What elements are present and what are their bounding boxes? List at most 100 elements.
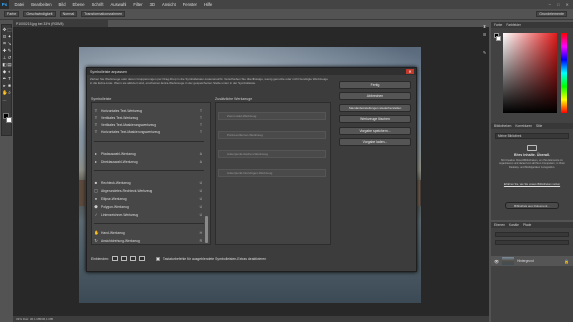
group-divider bbox=[94, 141, 204, 142]
list-item[interactable]: T Vertikales Text-Maskierungswerkzeug T bbox=[94, 121, 202, 128]
history-panel-icon[interactable]: ⧗ bbox=[482, 24, 487, 29]
history-brush-icon[interactable]: ↺ bbox=[7, 55, 12, 60]
menu-ansicht[interactable]: Ansicht bbox=[162, 2, 176, 7]
transform-option[interactable]: Transformationsrahmen bbox=[81, 11, 126, 17]
list-item[interactable]: ↻ Ansichtdrehung-Werkzeug R bbox=[94, 237, 202, 244]
list-item[interactable]: ▸ Pfadauswahl-Werkzeug A bbox=[94, 150, 202, 157]
maximize-icon[interactable]: □ bbox=[557, 2, 560, 7]
tab-color[interactable]: Farbe bbox=[494, 23, 502, 27]
magic-wand-icon[interactable]: ✦ bbox=[7, 34, 12, 39]
eyedropper-icon[interactable]: ↘ bbox=[7, 41, 12, 46]
group-divider bbox=[94, 170, 204, 171]
layer-row[interactable]: 👁 Hintergrund 🔒 bbox=[491, 256, 573, 266]
status-bar: 33% Dok: 36,1 MB/36,1 MB bbox=[13, 316, 489, 322]
library-select[interactable]: Meine Bibliothek bbox=[495, 133, 569, 139]
restore-defaults-button[interactable]: Standardeinstellungen wiederherstellen bbox=[339, 104, 411, 112]
mode-select[interactable]: Normal bbox=[59, 11, 78, 17]
library-learn-link[interactable]: Erfahren Sie, wie Sie unsere Bibliotheke… bbox=[496, 183, 568, 186]
layer-filter-bar[interactable] bbox=[495, 232, 569, 237]
document-tab[interactable]: P1000215.jpg bei 33% (RGB/8) bbox=[13, 20, 108, 27]
menu-ebene[interactable]: Ebene bbox=[73, 2, 85, 7]
layers-panel-tabs: Ebenen Kanäle Pfade bbox=[491, 222, 573, 228]
tab-adjustments[interactable]: Korrekturen bbox=[515, 124, 532, 128]
list-item[interactable]: T Vertikales Text-Werkzeug T bbox=[94, 114, 202, 121]
background-color-swatch[interactable] bbox=[6, 117, 12, 123]
visibility-eye-icon[interactable]: 👁 bbox=[494, 259, 499, 264]
tab-paths[interactable]: Pfade bbox=[523, 223, 531, 227]
menu-bearbeiten[interactable]: Bearbeiten bbox=[31, 2, 51, 7]
list-item[interactable]: T Horizontales Text-Maskierungswerkzeug T bbox=[94, 128, 202, 135]
hue-slider[interactable] bbox=[561, 33, 567, 113]
menu-hilfe[interactable]: Hilfe bbox=[204, 2, 212, 7]
close-icon[interactable]: ✕ bbox=[406, 69, 414, 74]
list-item[interactable]: T Horizontales Text-Werkzeug T bbox=[94, 107, 202, 114]
ellipse-icon: ● bbox=[94, 195, 98, 201]
brush-panel-icon[interactable]: ✎ bbox=[482, 50, 487, 55]
blend-mode-bar[interactable] bbox=[495, 240, 569, 245]
list-item[interactable]: ■ Rechteck-Werkzeug U bbox=[94, 179, 202, 186]
direct-select-icon: ▸ bbox=[94, 158, 97, 164]
disable-shortcuts-label: Tastaturbefehle für ausgeblendete Symbol… bbox=[162, 256, 267, 261]
extras-toggle-icon[interactable] bbox=[111, 256, 118, 261]
workspace-select[interactable]: Grundelemente bbox=[536, 11, 567, 17]
marquee-tool-icon[interactable]: ⬚ bbox=[7, 27, 12, 32]
path-select-icon: ▸ bbox=[94, 150, 97, 156]
extra-tools-list[interactable]: Zoom-Hold-Werkzeug Punkt-entfernen-Werkz… bbox=[215, 102, 331, 245]
minimize-icon[interactable]: – bbox=[549, 2, 551, 7]
tab-swatches[interactable]: Farbfelder bbox=[506, 23, 521, 27]
type-mask-icon: T bbox=[94, 121, 98, 127]
tab-libraries[interactable]: Bibliotheken bbox=[494, 124, 511, 128]
list-item[interactable]: Ankerpunkt-hinzufügen-Werkzeug bbox=[218, 169, 326, 177]
menu-3d[interactable]: 3D bbox=[150, 2, 155, 7]
preset-select[interactable]: Geschwindigkeit bbox=[23, 11, 56, 17]
close-icon[interactable]: ✕ bbox=[565, 2, 569, 7]
gradient-tool-icon[interactable]: ▤ bbox=[7, 62, 12, 67]
library-from-document-button[interactable]: Bibliothek aus Dokument... bbox=[505, 202, 559, 209]
cloud-library-icon bbox=[527, 145, 537, 151]
menu-filter[interactable]: Filter bbox=[133, 2, 142, 7]
shape-tool-icon[interactable]: ■ bbox=[7, 83, 12, 88]
tab-styles[interactable]: Stile bbox=[536, 124, 542, 128]
list-item[interactable]: ⬟ Polygon-Werkzeug U bbox=[94, 203, 202, 210]
list-item[interactable]: ▢ Abgerundetes-Rechteck-Werkzeug U bbox=[94, 187, 202, 194]
tool-preset-picker[interactable]: Farbe bbox=[4, 11, 20, 17]
window-controls: – □ ✕ bbox=[549, 2, 573, 7]
properties-panel-icon[interactable]: ☰ bbox=[482, 32, 487, 37]
menu-bild[interactable]: Bild bbox=[59, 2, 66, 7]
list-item[interactable]: ✋ Hand-Werkzeug H bbox=[94, 229, 202, 236]
menu-auswahl[interactable]: Auswahl bbox=[111, 2, 127, 7]
done-button[interactable]: Fertig bbox=[339, 81, 411, 89]
menu-datei[interactable]: Datei bbox=[15, 2, 25, 7]
screen-mode-toggle-icon[interactable] bbox=[138, 256, 145, 261]
list-item[interactable]: Ankerpunkt-löschen-Werkzeug bbox=[218, 150, 326, 158]
customize-toolbar-dialog: Symbolleiste anpassen ✕ Ziehen Sie Werkz… bbox=[86, 67, 417, 272]
toolbar-list[interactable]: T Horizontales Text-Werkzeug T T Vertikales… bbox=[91, 102, 211, 245]
menu-fenster[interactable]: Fenster bbox=[183, 2, 197, 7]
toolbar-list-scrollbar[interactable] bbox=[205, 216, 208, 243]
background-color-swatch[interactable] bbox=[496, 36, 501, 41]
color-swatch-toggle-icon[interactable] bbox=[129, 256, 136, 261]
list-item[interactable]: / Linienzeichner-Werkzeug U bbox=[94, 211, 202, 218]
cancel-button[interactable]: Abbrechen bbox=[339, 92, 411, 100]
more-tools-icon[interactable]: … bbox=[2, 97, 7, 102]
list-item[interactable]: Zoom-Hold-Werkzeug bbox=[218, 112, 326, 120]
list-item[interactable]: ▸ Direktauswahl-Werkzeug A bbox=[94, 158, 202, 165]
load-preset-button[interactable]: Vorgabe laden... bbox=[339, 138, 411, 146]
dodge-tool-icon[interactable]: ◐ bbox=[7, 69, 12, 74]
type-tool-icon[interactable]: T bbox=[7, 76, 12, 81]
tab-channels[interactable]: Kanäle bbox=[509, 223, 519, 227]
zoom-tool-icon[interactable]: ⌕ bbox=[7, 90, 12, 95]
dialog-titlebar: Symbolleiste anpassen bbox=[87, 68, 416, 75]
tab-layers[interactable]: Ebenen bbox=[494, 223, 505, 227]
lock-icon: 🔒 bbox=[564, 258, 569, 264]
clear-tools-button[interactable]: Werkzeuge löschen bbox=[339, 115, 411, 123]
color-picker-field[interactable] bbox=[503, 33, 557, 113]
list-item[interactable]: ● Ellipse-Werkzeug U bbox=[94, 195, 202, 202]
edit-toolbar-toggle-icon[interactable] bbox=[120, 256, 127, 261]
rotate-view-icon: ↻ bbox=[94, 237, 98, 243]
menu-schrift[interactable]: Schrift bbox=[92, 2, 104, 7]
disable-shortcuts-checkbox[interactable] bbox=[155, 256, 160, 261]
save-preset-button[interactable]: Vorgabe speichern... bbox=[339, 127, 411, 135]
list-item[interactable]: Punkt-entfernen-Werkzeug bbox=[218, 131, 326, 139]
brush-tool-icon[interactable]: ✎ bbox=[7, 48, 12, 53]
